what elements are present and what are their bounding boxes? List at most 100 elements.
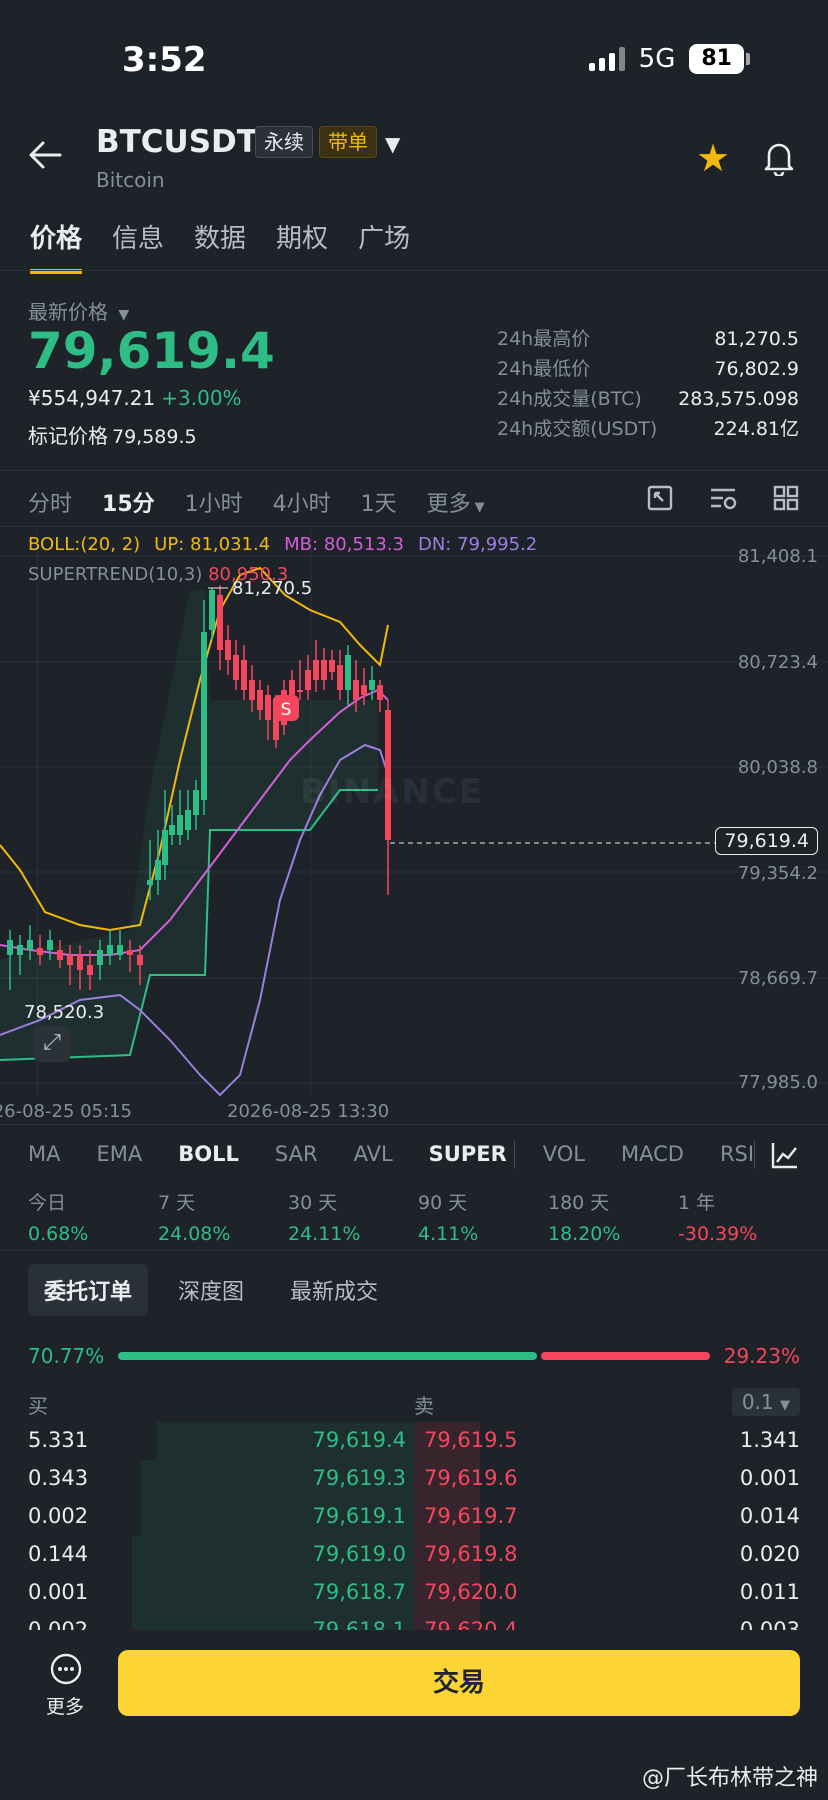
chevron-down-icon: ▼ (780, 1398, 790, 1413)
precision-select[interactable]: 0.1 ▼ (731, 1388, 800, 1416)
more-label[interactable]: 更多 (46, 1692, 84, 1719)
ask-price: 79,620.4 (424, 1618, 518, 1630)
high-marker-label: 81,270.5 (232, 578, 313, 599)
tab-order-book[interactable]: 委托订单 (28, 1264, 149, 1316)
candle-body (67, 955, 73, 965)
ask-qty: 1.341 (739, 1428, 800, 1452)
interval-4h[interactable]: 4小时 (273, 486, 331, 518)
pair-subtitle: Bitcoin (96, 168, 165, 192)
stat-row: 24h成交量(BTC) 283,575.098 (497, 388, 799, 410)
orderbook-row[interactable]: 0.001 79,618.7 79,620.0 0.011 (0, 1574, 828, 1612)
chart-settings-icon[interactable] (708, 484, 738, 512)
candle-body (137, 955, 143, 965)
indicator-super[interactable]: SUPER (429, 1142, 507, 1166)
indicator-separator (754, 1141, 755, 1169)
indicator-sar[interactable]: SAR (275, 1142, 318, 1166)
ask-qty: 0.014 (739, 1504, 800, 1528)
signal-icon (588, 47, 625, 71)
candle-body (321, 660, 327, 680)
ask-price: 79,619.5 (424, 1428, 518, 1452)
candle-body (201, 632, 207, 800)
interval-line[interactable]: 分时 (28, 486, 72, 518)
indicator-tabs: MA EMA BOLL SAR AVL SUPER VOL MACD RSI (28, 1142, 754, 1166)
indicator-separator (514, 1141, 515, 1169)
candle-body (117, 945, 123, 955)
chevron-down-icon: ▼ (474, 500, 485, 515)
candle-body (217, 595, 223, 650)
interval-tabs: 分时 15分 1小时 4小时 1天 更多 ▼ (28, 486, 485, 518)
candle-body (329, 660, 335, 672)
indicator-vol[interactable]: VOL (543, 1142, 585, 1166)
candlestick-chart[interactable]: S (0, 530, 828, 1110)
bid-price: 79,619.0 (312, 1542, 406, 1566)
perpetual-tag: 永续 (255, 126, 313, 158)
copy-trade-tag[interactable]: 带单 (319, 126, 377, 158)
candle-body (47, 940, 53, 950)
candle-body (257, 690, 263, 710)
grid-layout-icon[interactable] (772, 484, 800, 512)
candle-body (193, 790, 199, 815)
status-time: 3:52 (122, 40, 207, 80)
buy-column-header: 买 (28, 1394, 48, 1418)
performance-item: 1 年 -30.39% (678, 1192, 758, 1245)
tab-depth-chart[interactable]: 深度图 (162, 1264, 260, 1316)
indicator-avl[interactable]: AVL (354, 1142, 393, 1166)
candle-body (87, 965, 93, 975)
ask-qty: 0.011 (739, 1580, 800, 1604)
tab-price[interactable]: 价格 (30, 218, 83, 274)
interval-1d[interactable]: 1天 (361, 486, 397, 518)
bell-icon[interactable] (762, 140, 796, 180)
bid-qty: 0.002 (28, 1618, 89, 1630)
candle-body (107, 945, 113, 955)
orderbook-row[interactable]: 5.331 79,619.4 79,619.5 1.341 (0, 1422, 828, 1460)
ask-qty: 0.001 (739, 1466, 800, 1490)
pair-title[interactable]: BTCUSDT (96, 124, 258, 160)
orderbook-row[interactable]: 0.002 79,619.1 79,619.7 0.014 (0, 1498, 828, 1536)
bid-price: 79,618.7 (312, 1580, 406, 1604)
indicator-boll[interactable]: BOLL (178, 1142, 239, 1166)
trade-button[interactable]: 交易 (118, 1650, 800, 1716)
orderbook-row[interactable]: 0.002 79,618.1 79,620.4 0.003 (0, 1612, 828, 1630)
tab-square[interactable]: 广场 (358, 218, 410, 274)
tab-options[interactable]: 期权 (276, 218, 328, 274)
buy-sell-ratio-bar (118, 1352, 710, 1360)
sell-ratio-fill (540, 1352, 710, 1360)
chart-fullscreen-icon[interactable] (646, 484, 674, 512)
price-change: +3.00% (161, 386, 242, 410)
candle-body (127, 950, 133, 955)
orderbook-row[interactable]: 0.144 79,619.0 79,619.8 0.020 (0, 1536, 828, 1574)
x-tick-label: 2026-08-25 05:15 (0, 1101, 132, 1122)
candle-body (233, 655, 239, 680)
orderbook-row[interactable]: 0.343 79,619.3 79,619.6 0.001 (0, 1460, 828, 1498)
y-tick-label: 79,354.2 (737, 863, 818, 884)
latest-price-label[interactable]: 最新价格 ▼ (28, 296, 129, 325)
indicator-rsi[interactable]: RSI (720, 1142, 754, 1166)
bid-qty: 0.002 (28, 1504, 89, 1528)
indicator-ema[interactable]: EMA (96, 1142, 142, 1166)
tab-data[interactable]: 数据 (194, 218, 246, 274)
stat-row: 24h最高价 81,270.5 (497, 328, 799, 350)
bid-price: 79,619.4 (312, 1428, 406, 1452)
favorite-star-icon[interactable]: ★ (696, 136, 730, 180)
ask-price: 79,619.7 (424, 1504, 518, 1528)
sell-ratio: 29.23% (723, 1344, 800, 1368)
sell-signal-label: S (281, 700, 292, 720)
indicator-macd[interactable]: MACD (621, 1142, 684, 1166)
pair-dropdown-icon[interactable]: ▼ (385, 132, 400, 156)
more-icon[interactable] (44, 1652, 88, 1690)
indicator-settings-icon[interactable] (770, 1140, 800, 1174)
y-tick-label: 80,038.8 (737, 757, 818, 778)
candle-body (147, 880, 153, 885)
interval-1h[interactable]: 1小时 (185, 486, 243, 518)
tab-recent-trades[interactable]: 最新成交 (274, 1264, 394, 1316)
back-arrow-icon[interactable] (28, 138, 62, 179)
interval-more[interactable]: 更多 ▼ (427, 486, 485, 518)
stat-row: 24h成交额(USDT) 224.81亿 (497, 418, 799, 440)
order-book: 5.331 79,619.4 79,619.5 1.341 0.343 79,619.3 7… (0, 1422, 828, 1630)
candle-body (177, 815, 183, 835)
interval-15m[interactable]: 15分 (102, 486, 155, 518)
tab-info[interactable]: 信息 (112, 218, 164, 274)
indicator-ma[interactable]: MA (28, 1142, 60, 1166)
bid-qty: 5.331 (28, 1428, 89, 1452)
expand-chart-icon[interactable]: ⤢ (34, 1026, 70, 1062)
